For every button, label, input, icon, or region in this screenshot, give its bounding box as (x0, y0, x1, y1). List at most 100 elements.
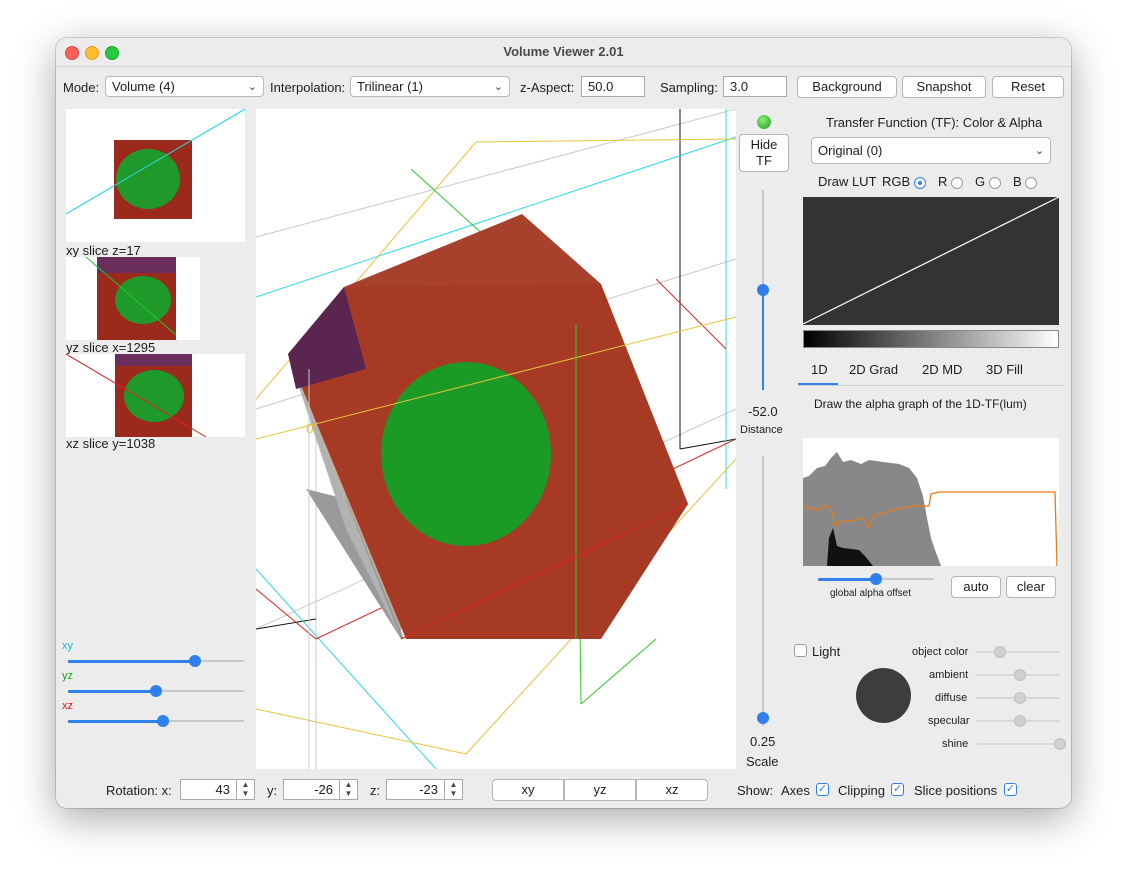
tab-2d-md[interactable]: 2D MD (922, 362, 962, 377)
interpolation-select[interactable]: Trilinear (1) ⌄ (350, 76, 510, 97)
mode-select[interactable]: Volume (4) ⌄ (105, 76, 264, 97)
view-xy-button[interactable]: xy (492, 779, 564, 801)
slider-fill (818, 578, 876, 581)
clipping-checkbox[interactable]: ✓ (891, 783, 904, 796)
specular-slider[interactable] (976, 714, 1060, 728)
lut-gradient-bar (803, 330, 1059, 348)
axes-checkbox[interactable]: ✓ (816, 783, 829, 796)
clipping-label: Clipping (838, 783, 885, 798)
xz-slice-label: xz slice y=1038 (66, 436, 156, 451)
rotation-z-stepper[interactable]: ▲ ▼ (445, 779, 463, 800)
rotation-y-field[interactable]: -26 (283, 779, 340, 800)
light-checkbox[interactable] (794, 644, 807, 657)
tab-1d[interactable]: 1D (811, 362, 828, 377)
sampling-field[interactable]: 3.0 (723, 76, 787, 97)
rotation-z-label: z: (370, 783, 381, 798)
rotation-x-label: Rotation: x: (106, 783, 172, 798)
xz-slice-slider[interactable] (68, 714, 244, 728)
volume-render-image (256, 109, 736, 769)
global-alpha-offset-slider[interactable] (818, 572, 934, 586)
slice-positions-label: Slice positions (914, 783, 998, 798)
tab-3d-fill[interactable]: 3D Fill (986, 362, 1023, 377)
slider-knob[interactable] (870, 573, 882, 585)
radio-icon (1025, 176, 1038, 189)
yz-slice-slider[interactable] (68, 684, 244, 698)
background-button[interactable]: Background (797, 76, 897, 98)
z-aspect-field[interactable]: 50.0 (581, 76, 645, 97)
xy-slice-image (66, 109, 245, 219)
axes-label: Axes (781, 783, 810, 798)
slider-knob[interactable] (1054, 738, 1066, 750)
slider-knob[interactable] (157, 715, 169, 727)
rotation-x-stepper[interactable]: ▲ ▼ (237, 779, 255, 800)
xz-slider-label: xz (62, 700, 73, 712)
slider-knob[interactable] (757, 712, 769, 724)
slider-knob[interactable] (994, 646, 1006, 658)
window-title: Volume Viewer 2.01 (503, 44, 624, 59)
slider-knob[interactable] (1014, 715, 1026, 727)
ambient-label: ambient (929, 669, 969, 681)
volume-render-viewport[interactable]: 0 (256, 109, 736, 769)
yz-slice-view[interactable] (66, 257, 200, 340)
slider-knob[interactable] (1014, 669, 1026, 681)
scale-slider[interactable] (756, 456, 770, 726)
diffuse-label: diffuse (935, 692, 968, 704)
slider-track (762, 456, 764, 726)
rotation-x-field[interactable]: 43 (180, 779, 237, 800)
reset-button[interactable]: Reset (992, 76, 1064, 98)
light-label: Light (812, 644, 841, 659)
snapshot-button[interactable]: Snapshot (902, 76, 986, 98)
lut-select[interactable]: Original (0) ⌄ (811, 137, 1051, 164)
rotation-z-field[interactable]: -23 (386, 779, 445, 800)
slice-positions-checkbox[interactable]: ✓ (1004, 783, 1017, 796)
lut-select-value: Original (0) (818, 143, 883, 158)
tab-2d-grad[interactable]: 2D Grad (849, 362, 898, 377)
b-radio[interactable]: B (1013, 174, 1038, 189)
specular-label: specular (928, 715, 970, 727)
slider-fill (68, 690, 156, 693)
rgb-radio-label: RGB (882, 174, 911, 189)
interpolation-label: Interpolation: (270, 80, 346, 95)
xz-slice-image (66, 354, 207, 437)
object-color-slider[interactable] (976, 645, 1060, 659)
alpha-histogram (802, 452, 1058, 567)
mode-select-value: Volume (4) (112, 79, 175, 94)
r-radio[interactable]: R (938, 174, 964, 189)
ambient-slider[interactable] (976, 668, 1060, 682)
clear-button[interactable]: clear (1006, 576, 1056, 598)
yz-slice-image (85, 257, 177, 340)
alpha-histogram-editor[interactable] (802, 438, 1059, 567)
view-yz-button[interactable]: yz (564, 779, 636, 801)
distance-slider[interactable] (756, 190, 770, 390)
volume-viewer-window: Volume Viewer 2.01 Mode: Volume (4) ⌄ In… (56, 38, 1071, 808)
yz-slice-label: yz slice x=1295 (66, 340, 156, 355)
slider-knob[interactable] (150, 685, 162, 697)
xy-slice-label: xy slice z=17 (66, 243, 141, 258)
slider-knob[interactable] (1014, 692, 1026, 704)
lut-curve (802, 196, 1060, 325)
xy-slice-view[interactable] (66, 109, 245, 242)
shine-slider[interactable] (976, 737, 1066, 751)
lut-editor[interactable] (802, 196, 1060, 325)
auto-button[interactable]: auto (951, 576, 1001, 598)
rotation-y-stepper[interactable]: ▲ ▼ (340, 779, 358, 800)
g-radio[interactable]: G (975, 174, 1001, 189)
r-radio-label: R (938, 174, 948, 189)
shine-label: shine (942, 738, 969, 750)
rgb-radio[interactable]: RGB (882, 174, 926, 189)
slider-knob[interactable] (757, 284, 769, 296)
xz-slice-view[interactable] (66, 354, 245, 437)
slider-fill (68, 660, 195, 663)
distance-label: Distance (740, 424, 783, 436)
diffuse-slider[interactable] (976, 691, 1060, 705)
xy-slice-slider[interactable] (68, 654, 244, 668)
slider-fill (762, 290, 764, 390)
view-xz-button[interactable]: xz (636, 779, 708, 801)
rotation-y-label: y: (267, 783, 278, 798)
slider-knob[interactable] (189, 655, 201, 667)
tf-title: Transfer Function (TF): Color & Alpha (826, 115, 1043, 130)
yz-slider-label: yz (62, 670, 73, 682)
xy-slider-label: xy (62, 640, 73, 652)
hide-tf-button[interactable]: Hide TF (739, 134, 789, 172)
chevron-down-icon: ⌄ (1034, 145, 1044, 157)
